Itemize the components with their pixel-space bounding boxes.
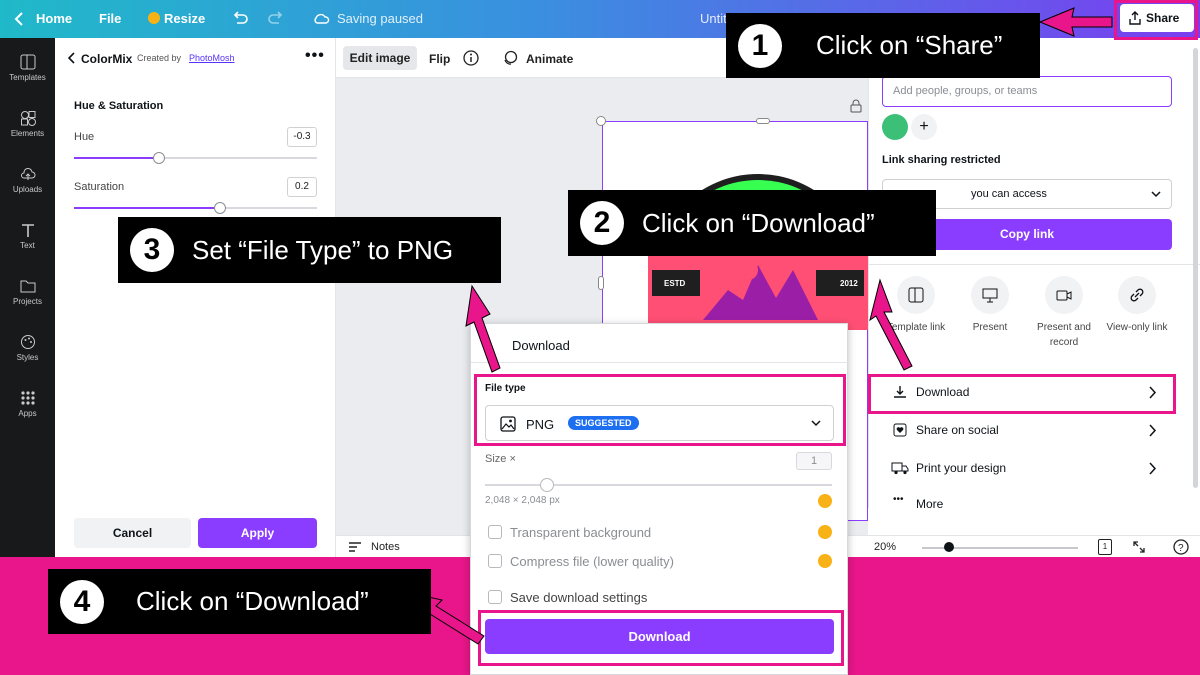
arrow-2-icon <box>869 278 913 371</box>
callout-step-4: 4 Click on “Download” <box>48 569 431 634</box>
callout-step-1: 1 Click on “Share” <box>726 13 1040 78</box>
step-4-text: Click on “Download” <box>136 586 369 616</box>
step-3-text: Set “File Type” to PNG <box>192 234 454 265</box>
step-2-text: Click on “Download” <box>642 207 875 238</box>
arrow-1-icon <box>1038 7 1113 37</box>
callout-step-3: 3 Set “File Type” to PNG <box>118 217 501 283</box>
step-3-number: 3 <box>130 228 174 272</box>
callout-step-2: 2 Click on “Download” <box>568 190 936 256</box>
step-1-text: Click on “Share” <box>816 30 1003 60</box>
step-4-number: 4 <box>60 579 104 624</box>
step-1-number: 1 <box>738 23 782 68</box>
step-2-number: 2 <box>580 201 624 245</box>
arrow-3-icon <box>465 284 501 373</box>
